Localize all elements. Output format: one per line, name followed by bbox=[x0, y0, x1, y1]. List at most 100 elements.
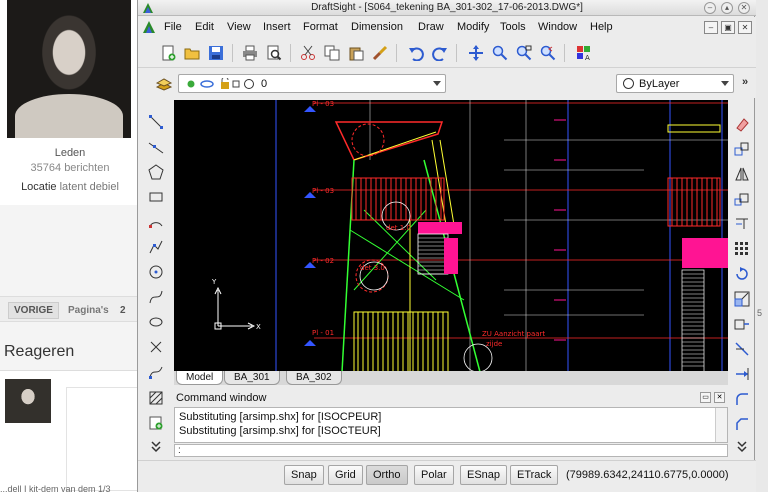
print-icon[interactable] bbox=[240, 43, 260, 63]
window-titlebar[interactable]: DraftSight - [S064_tekening BA_301-302_1… bbox=[138, 0, 756, 16]
esnap-toggle[interactable]: ESnap bbox=[460, 465, 508, 485]
toolbar-overflow-button[interactable]: » bbox=[742, 76, 748, 88]
mdi-restore-button[interactable]: ▣ bbox=[721, 21, 735, 34]
polygon-icon[interactable] bbox=[146, 162, 166, 182]
rectangle-icon[interactable] bbox=[146, 187, 166, 207]
eraser-icon[interactable] bbox=[732, 114, 752, 134]
extend-icon[interactable] bbox=[732, 364, 752, 384]
current-layer-name: 0 bbox=[261, 78, 268, 90]
layer-properties-icon[interactable] bbox=[154, 73, 174, 93]
print-preview-icon[interactable] bbox=[264, 43, 284, 63]
match-properties-icon[interactable] bbox=[370, 43, 390, 63]
scale-icon[interactable] bbox=[732, 289, 752, 309]
tab-ba-301[interactable]: BA_301 bbox=[224, 371, 280, 385]
infinite-line-icon[interactable] bbox=[146, 137, 166, 157]
profile-avatar[interactable] bbox=[7, 0, 131, 138]
mdi-close-button[interactable]: ✕ bbox=[738, 21, 752, 34]
pagination: VORIGE Pagina's 2 bbox=[0, 296, 140, 322]
array-icon[interactable] bbox=[732, 239, 752, 259]
modify-toolbar bbox=[730, 100, 754, 460]
undock-button[interactable]: ▭ bbox=[700, 392, 711, 403]
save-icon[interactable] bbox=[206, 43, 226, 63]
pan-icon[interactable] bbox=[466, 43, 486, 63]
command-history: Substituting [arsimp.shx] for [ISOCPEUR]… bbox=[174, 407, 728, 443]
zoom-previous-icon[interactable] bbox=[538, 43, 558, 63]
trim-icon[interactable] bbox=[732, 339, 752, 359]
menu-draw[interactable]: Draw bbox=[418, 21, 444, 33]
new-file-icon[interactable] bbox=[158, 43, 178, 63]
chevron-down-icon[interactable] bbox=[146, 436, 166, 456]
open-folder-icon[interactable] bbox=[182, 43, 202, 63]
pattern-icon[interactable] bbox=[732, 214, 752, 234]
menu-view[interactable]: View bbox=[227, 21, 251, 33]
fillet-icon[interactable] bbox=[732, 389, 752, 409]
insert-block-icon[interactable] bbox=[146, 413, 166, 433]
close-button[interactable]: ✕ bbox=[738, 2, 750, 14]
polar-toggle[interactable]: Polar bbox=[414, 465, 454, 485]
maximize-button[interactable]: ▴ bbox=[721, 2, 733, 14]
window-title: DraftSight - [S064_tekening BA_301-302_1… bbox=[311, 2, 583, 13]
page-link-2[interactable]: 2 bbox=[120, 305, 126, 316]
cad-drawing: Pl - 03 Pl - 03 Pl - 02 Pl - 01 ZU Aanzi… bbox=[211, 100, 728, 372]
detail-label: det 3.0 bbox=[360, 264, 385, 272]
user-profile-card: Leden 35764 berichten Locatie latent deb… bbox=[0, 0, 140, 205]
menu-insert[interactable]: Insert bbox=[263, 21, 291, 33]
chamfer-icon[interactable] bbox=[732, 414, 752, 434]
point-icon[interactable] bbox=[146, 337, 166, 357]
menu-dimension[interactable]: Dimension bbox=[351, 21, 403, 33]
zoom-realtime-icon[interactable] bbox=[490, 43, 510, 63]
offset-icon[interactable] bbox=[732, 189, 752, 209]
menu-edit[interactable]: Edit bbox=[195, 21, 214, 33]
spline-icon[interactable] bbox=[146, 287, 166, 307]
color-dropdown[interactable]: ByLayer bbox=[616, 74, 734, 93]
elevation-note: zijde bbox=[486, 340, 502, 348]
reply-section bbox=[0, 370, 140, 492]
cut-icon[interactable] bbox=[298, 43, 318, 63]
previous-page-button[interactable]: VORIGE bbox=[8, 302, 59, 319]
command-window-title: Command window bbox=[176, 392, 267, 404]
menu-tools[interactable]: Tools bbox=[500, 21, 526, 33]
menu-modify[interactable]: Modify bbox=[457, 21, 489, 33]
menu-window[interactable]: Window bbox=[538, 21, 577, 33]
menu-format[interactable]: Format bbox=[303, 21, 338, 33]
polyline-icon[interactable] bbox=[146, 237, 166, 257]
copy-entity-icon[interactable] bbox=[732, 139, 752, 159]
ortho-toggle[interactable]: Ortho bbox=[366, 465, 408, 485]
hatch-icon[interactable] bbox=[146, 388, 166, 408]
document-icon[interactable] bbox=[142, 20, 156, 34]
reply-textarea[interactable] bbox=[66, 387, 140, 491]
chevron-down-icon[interactable] bbox=[732, 436, 752, 456]
ucs-x-label: X bbox=[256, 323, 261, 331]
tab-ba-302[interactable]: BA_302 bbox=[286, 371, 342, 385]
snap-toggle[interactable]: Snap bbox=[284, 465, 324, 485]
arc-icon[interactable] bbox=[146, 212, 166, 232]
spline-fit-icon[interactable] bbox=[146, 362, 166, 382]
layer-dropdown[interactable]: 0 bbox=[178, 74, 446, 93]
mdi-minimize-button[interactable]: – bbox=[704, 21, 718, 34]
undo-icon[interactable] bbox=[406, 43, 426, 63]
command-scrollbar[interactable] bbox=[715, 408, 727, 442]
layer-toolbar: 0 ByLayer » bbox=[138, 68, 756, 98]
zoom-window-icon[interactable] bbox=[514, 43, 534, 63]
etrack-toggle[interactable]: ETrack bbox=[510, 465, 559, 485]
menu-file[interactable]: File bbox=[164, 21, 182, 33]
line-icon[interactable] bbox=[146, 112, 166, 132]
copy-icon[interactable] bbox=[322, 43, 342, 63]
paste-icon[interactable] bbox=[346, 43, 366, 63]
ellipse-icon[interactable] bbox=[146, 312, 166, 332]
drawing-canvas[interactable]: Pl - 03 Pl - 03 Pl - 02 Pl - 01 ZU Aanzi… bbox=[174, 100, 728, 372]
location-value: latent debiel bbox=[59, 181, 119, 193]
grid-toggle[interactable]: Grid bbox=[328, 465, 363, 485]
close-icon[interactable]: ✕ bbox=[714, 392, 725, 403]
layer-manager-icon[interactable]: A bbox=[574, 43, 594, 63]
mirror-icon[interactable] bbox=[732, 164, 752, 184]
redo-icon[interactable] bbox=[430, 43, 450, 63]
command-input[interactable]: : bbox=[174, 444, 728, 457]
menu-help[interactable]: Help bbox=[590, 21, 613, 33]
circle-icon[interactable] bbox=[146, 262, 166, 282]
stretch-icon[interactable] bbox=[732, 314, 752, 334]
rotate-icon[interactable] bbox=[732, 264, 752, 284]
minimize-button[interactable]: – bbox=[704, 2, 716, 14]
tab-model[interactable]: Model bbox=[176, 371, 224, 385]
bottom-edge-text: ...dell I kit-dem van dem 1/3 bbox=[0, 484, 111, 494]
